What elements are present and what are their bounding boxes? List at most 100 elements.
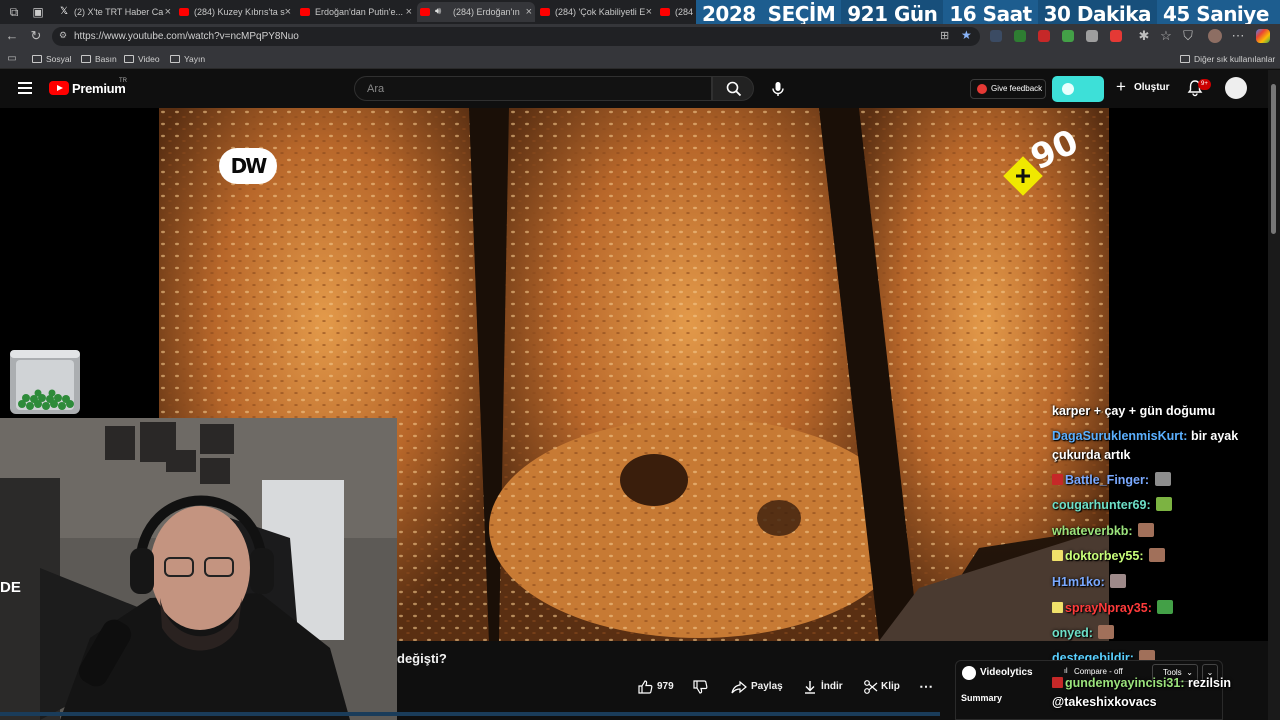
shield-icon[interactable]: ⛉ xyxy=(1180,28,1196,44)
bookmark-folder[interactable]: Video xyxy=(124,52,160,66)
chat-message: karper + çay + gün doğumu xyxy=(1052,403,1215,419)
browser-tab[interactable]: (284) 'Çok Kabiliyetli E × xyxy=(537,2,655,22)
emote-icon xyxy=(1148,548,1165,562)
browser-tab-active[interactable]: 🔊︎ (284) Erdoğan'ın × xyxy=(417,2,535,22)
tab-actions-icon[interactable]: ▣ xyxy=(30,4,46,20)
youtube-icon xyxy=(300,8,310,16)
share-button[interactable]: Paylaş xyxy=(731,679,783,695)
other-bookmarks[interactable]: Diğer sık kullanılanlar xyxy=(1180,52,1275,66)
folder-icon xyxy=(170,55,180,63)
bookmark-label: Sosyal xyxy=(46,54,72,64)
subscriber-badge-icon xyxy=(1052,677,1063,688)
search-button[interactable] xyxy=(712,76,754,101)
chat-username: gundemyayincisi31: xyxy=(1065,676,1185,690)
workspaces-icon[interactable]: ⧉ xyxy=(6,4,22,20)
speaker-icon[interactable]: 🔊︎ xyxy=(435,2,441,22)
back-icon[interactable]: ← xyxy=(4,28,20,44)
thumbs-down-icon xyxy=(693,680,708,694)
extension-icon[interactable] xyxy=(1014,30,1026,42)
clip-button[interactable]: Klip xyxy=(863,679,900,695)
youtube-logo-icon[interactable] xyxy=(49,81,69,95)
chat-text: rezilsin xyxy=(1187,676,1232,690)
jar-icon xyxy=(10,350,80,414)
more-actions-icon[interactable]: ⋯ xyxy=(919,679,933,693)
youtube-logo-text[interactable]: Premium xyxy=(72,81,126,96)
browser-tab[interactable]: 𝕏 (2) X'te TRT Haber Ca × xyxy=(56,2,174,22)
tab-label: (2) X'te TRT Haber Ca xyxy=(74,7,164,17)
chat-username: H1m1ko: xyxy=(1052,575,1105,589)
tab-label: (284) Erdoğan'ın xyxy=(453,7,520,17)
extension-icon[interactable] xyxy=(990,30,1002,42)
extension-icon[interactable] xyxy=(1038,30,1050,42)
copilot-icon[interactable] xyxy=(1256,29,1270,43)
youtube-icon xyxy=(179,8,189,16)
close-tab-icon[interactable]: × xyxy=(285,2,291,22)
notification-badge: 9+ xyxy=(1198,79,1211,90)
extensions-puzzle-icon[interactable]: ✱ xyxy=(1136,28,1152,44)
microphone-icon xyxy=(772,82,784,96)
reload-icon[interactable]: ↻ xyxy=(28,28,44,44)
chat-message: Battle_Finger: xyxy=(1052,472,1171,488)
emote-icon xyxy=(1154,472,1171,486)
chat-message-continuation: çukurda artık xyxy=(1052,447,1131,463)
site-info-icon[interactable]: ⚙ xyxy=(59,30,67,41)
search-input[interactable] xyxy=(367,81,697,97)
bookmark-label: Basın xyxy=(95,54,117,64)
url-text[interactable]: https://www.youtube.com/watch?v=ncMPqPY8… xyxy=(74,27,299,46)
chat-text: çukurda artık xyxy=(1052,448,1131,462)
folder-icon xyxy=(32,55,42,63)
plus-icon: + xyxy=(1116,77,1126,96)
voice-search-button[interactable] xyxy=(766,77,790,101)
extension-icon[interactable] xyxy=(1062,30,1074,42)
svg-text:DE: DE xyxy=(0,579,21,596)
browser-tab[interactable]: Erdoğan'dan Putin'e... × xyxy=(297,2,415,22)
bookmark-label: Diğer sık kullanılanlar xyxy=(1194,54,1276,64)
menu-icon[interactable] xyxy=(18,82,32,94)
close-tab-icon[interactable]: × xyxy=(165,2,171,22)
subscriber-badge-icon xyxy=(1052,474,1063,485)
bookmark-star-icon[interactable]: ★ xyxy=(961,28,972,42)
address-bar[interactable]: ⚙ https://www.youtube.com/watch?v=ncMPqP… xyxy=(52,27,980,46)
summary-tab[interactable]: Summary xyxy=(961,693,1002,703)
create-button[interactable]: + Oluştur xyxy=(1116,77,1170,97)
chat-username: DagaSuruklenmisKurt: xyxy=(1052,429,1188,443)
search-icon xyxy=(726,81,742,97)
chat-message: gundemyayincisi31: rezilsin xyxy=(1052,675,1231,691)
extension-icon[interactable] xyxy=(1110,30,1122,42)
close-tab-icon[interactable]: × xyxy=(526,2,532,22)
give-feedback-button[interactable]: Give feedback xyxy=(970,79,1046,99)
more-menu-icon[interactable]: ⋯ xyxy=(1230,28,1246,44)
tab-search-icon[interactable]: ▭ xyxy=(4,51,20,67)
share-icon xyxy=(731,680,747,694)
account-avatar[interactable] xyxy=(1225,77,1247,99)
browser-tab[interactable]: (284 xyxy=(657,2,697,22)
feedback-icon xyxy=(977,84,987,94)
bookmark-folder[interactable]: Sosyal xyxy=(32,52,72,66)
page-scrollbar[interactable] xyxy=(1268,70,1280,720)
folder-icon xyxy=(1180,55,1190,63)
country-code: TR xyxy=(119,78,127,84)
subscriber-badge-icon xyxy=(1052,602,1063,613)
toggle-button[interactable] xyxy=(1052,76,1104,102)
like-button[interactable]: 979 xyxy=(637,679,674,695)
chat-username: whateverbkb: xyxy=(1052,524,1133,538)
jar-widget xyxy=(8,348,82,416)
download-button[interactable]: İndir xyxy=(802,679,843,695)
bookmark-folder[interactable]: Basın xyxy=(81,52,117,66)
browser-tab[interactable]: (284) Kuzey Kıbrıs'ta s × xyxy=(176,2,294,22)
emote-icon xyxy=(1157,600,1174,614)
search-box[interactable] xyxy=(354,76,712,101)
x-icon: 𝕏 xyxy=(59,6,69,17)
apps-grid-icon[interactable]: ⊞ xyxy=(940,29,949,42)
favorites-icon[interactable]: ☆ xyxy=(1158,28,1174,44)
close-tab-icon[interactable]: × xyxy=(646,2,652,22)
chat-message: H1m1ko: xyxy=(1052,574,1127,590)
emote-icon xyxy=(1110,574,1127,588)
youtube-icon xyxy=(660,8,670,16)
scrollbar-thumb[interactable] xyxy=(1271,84,1276,234)
close-tab-icon[interactable]: × xyxy=(406,2,412,22)
bookmark-folder[interactable]: Yayın xyxy=(170,52,205,66)
extension-icon[interactable] xyxy=(1086,30,1098,42)
profile-avatar[interactable] xyxy=(1208,29,1222,43)
emote-icon xyxy=(1156,497,1173,511)
